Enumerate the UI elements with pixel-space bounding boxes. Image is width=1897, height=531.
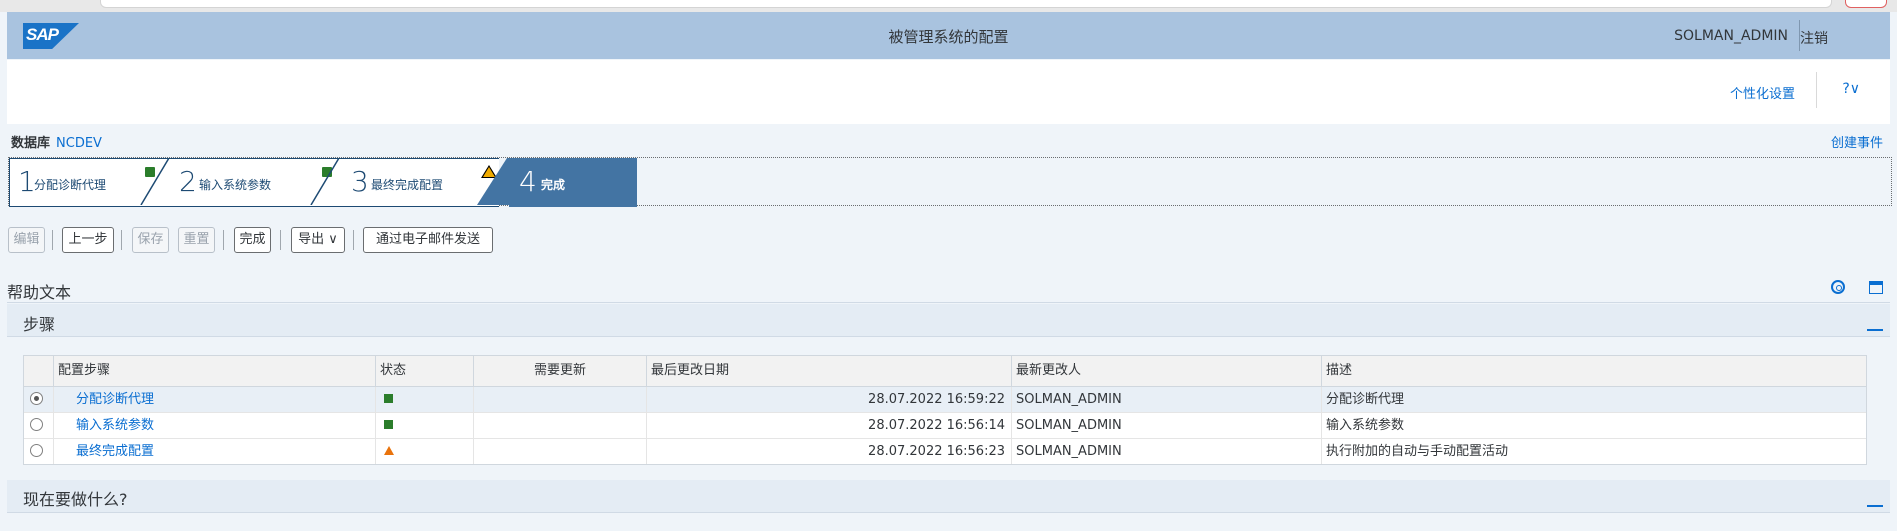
help-menu-icon[interactable]: ?∨ [1842, 81, 1860, 97]
toolbar-divider [223, 230, 224, 250]
roadmap: 1 分配诊断代理 2 输入系统参数 3 最终完成配置 4 完成 [8, 157, 1892, 207]
step-number: 4 [519, 165, 537, 198]
toolbar-divider [121, 230, 122, 250]
step-label: 分配诊断代理 [34, 178, 107, 192]
step-label: 输入系统参数 [199, 178, 272, 192]
step-link[interactable]: 分配诊断代理 [54, 387, 376, 412]
user-name: SOLMAN_ADMIN [1674, 28, 1788, 44]
database-label: 数据库 [11, 136, 51, 151]
column-header[interactable]: 配置步骤 [54, 356, 376, 386]
collapse-icon[interactable] [1867, 505, 1883, 507]
section-divider [7, 336, 1890, 337]
status-green-icon [384, 394, 393, 403]
browser-chrome [0, 0, 1897, 12]
what-next-header-band [7, 480, 1890, 512]
steps-title[interactable]: 步骤 [23, 311, 55, 335]
maximize-icon[interactable] [1869, 281, 1883, 294]
steps-table: 配置步骤 状态 需要更新 最后更改日期 最新更改人 描述 分配诊断代理 28.0… [23, 355, 1867, 465]
user-cell: SOLMAN_ADMIN [1012, 413, 1322, 438]
row-selector-radio[interactable] [30, 418, 43, 431]
select-column-header [24, 356, 54, 386]
table-row[interactable]: 输入系统参数 28.07.2022 16:56:14 SOLMAN_ADMIN … [24, 413, 1866, 439]
needs-update-cell [474, 413, 647, 438]
section-divider [7, 302, 1890, 303]
step-link[interactable]: 最终完成配置 [54, 439, 376, 464]
finish-button[interactable]: 完成 [234, 227, 271, 253]
edit-button[interactable]: 编辑 [8, 227, 45, 253]
table-row[interactable]: 最终完成配置 28.07.2022 16:56:23 SOLMAN_ADMIN … [24, 439, 1866, 464]
date-cell: 28.07.2022 16:56:23 [647, 439, 1012, 464]
database-value[interactable]: NCDEV [56, 136, 102, 151]
description-cell: 执行附加的自动与手动配置活动 [1326, 444, 1509, 459]
browser-button[interactable] [1845, 0, 1887, 8]
top-toolbar: 个性化设置 ?∨ [7, 60, 1890, 124]
save-button[interactable]: 保存 [132, 227, 169, 253]
page-title: 被管理系统的配置 [888, 28, 1009, 46]
browser-address-bar[interactable] [100, 0, 1832, 8]
collapse-icon[interactable] [1867, 329, 1883, 331]
step-label: 最终完成配置 [371, 178, 444, 192]
personalize-link[interactable]: 个性化设置 [1730, 83, 1795, 102]
warning-icon [384, 446, 394, 455]
reset-button[interactable]: 重置 [178, 227, 215, 253]
gear-icon[interactable] [1831, 280, 1845, 294]
date-cell: 28.07.2022 16:59:22 [647, 387, 1012, 412]
row-selector-radio[interactable] [30, 444, 43, 457]
column-header[interactable]: 描述 [1322, 356, 1866, 386]
description-cell: 输入系统参数 [1326, 418, 1405, 433]
roadmap-step-4[interactable]: 4 完成 [509, 158, 637, 207]
step-number: 3 [351, 165, 369, 198]
user-cell: SOLMAN_ADMIN [1012, 387, 1322, 412]
steps-header-band [7, 304, 1890, 336]
previous-step-button[interactable]: 上一步 [62, 227, 114, 253]
what-next-title[interactable]: 现在要做什么? [23, 486, 128, 510]
toolbar-divider [353, 230, 354, 250]
database-info: 数据库 NCDEV [11, 132, 102, 151]
step-label: 完成 [541, 178, 566, 192]
column-header[interactable]: 最新更改人 [1012, 356, 1322, 386]
row-selector-radio[interactable] [30, 392, 43, 405]
send-email-button[interactable]: 通过电子邮件发送 [363, 227, 493, 253]
column-header[interactable]: 状态 [376, 356, 474, 386]
shell-header: SAP 被管理系统的配置 SOLMAN_ADMIN 注销 [7, 12, 1890, 59]
toolbar-divider [280, 230, 281, 250]
date-cell: 28.07.2022 16:56:14 [647, 413, 1012, 438]
help-text-title[interactable]: 帮助文本 [7, 279, 71, 303]
toolbar-divider [52, 230, 53, 250]
logoff-link[interactable]: 注销 [1800, 28, 1828, 48]
column-header[interactable]: 最后更改日期 [647, 356, 1012, 386]
status-green-icon [384, 420, 393, 429]
column-header[interactable]: 需要更新 [474, 356, 647, 386]
table-header: 配置步骤 状态 需要更新 最后更改日期 最新更改人 描述 [24, 356, 1866, 387]
create-event-link[interactable]: 创建事件 [1831, 132, 1883, 151]
step-link[interactable]: 输入系统参数 [54, 413, 376, 438]
needs-update-cell [474, 387, 647, 412]
export-dropdown[interactable]: 导出 ∨ [291, 227, 345, 253]
needs-update-cell [474, 439, 647, 464]
roadmap-step-3[interactable]: 3 最终完成配置 [339, 158, 499, 207]
description-cell: 分配诊断代理 [1326, 392, 1405, 407]
user-cell: SOLMAN_ADMIN [1012, 439, 1322, 464]
section-divider [7, 512, 1890, 513]
table-row[interactable]: 分配诊断代理 28.07.2022 16:59:22 SOLMAN_ADMIN … [24, 387, 1866, 413]
toolbar-divider [1816, 72, 1817, 108]
step-number: 2 [179, 165, 197, 198]
